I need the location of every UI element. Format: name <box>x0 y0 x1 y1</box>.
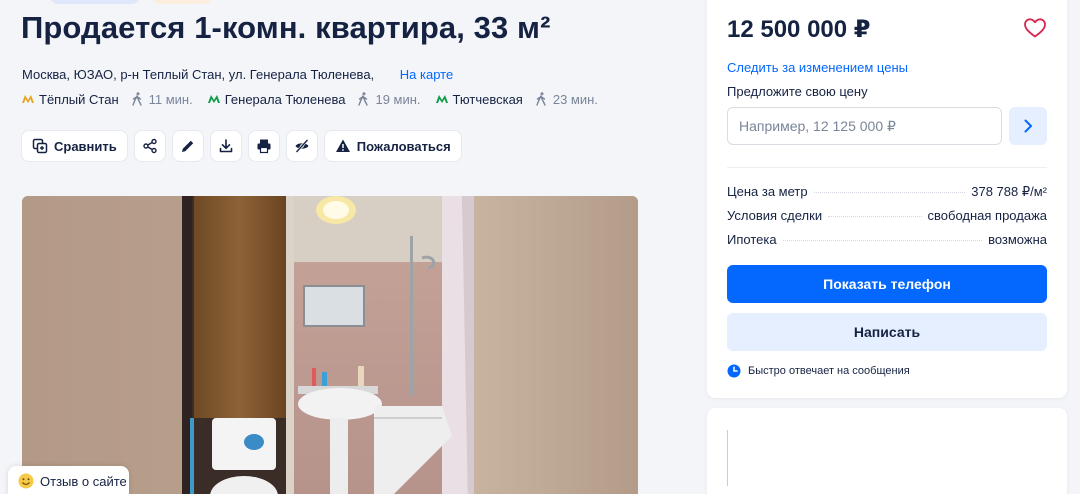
divider <box>727 430 728 486</box>
detail-row: Цена за метр 378 788 ₽/м² <box>727 184 1047 208</box>
hide-button[interactable] <box>285 130 318 162</box>
print-icon <box>257 139 271 154</box>
metro-icon <box>435 95 448 103</box>
print-button[interactable] <box>247 130 280 162</box>
show-phone-button[interactable]: Показать телефон <box>727 265 1047 303</box>
divider <box>727 167 1047 168</box>
complain-label: Пожаловаться <box>356 138 451 154</box>
page-title: Продается 1-комн. квартира, 33 м² <box>21 10 551 45</box>
dotted-leader <box>813 192 966 193</box>
offer-submit-button[interactable] <box>1009 107 1047 145</box>
walk-time: 11 мин. <box>131 92 193 107</box>
detail-value: 378 788 ₽/м² <box>971 184 1047 199</box>
dotted-leader <box>782 240 983 241</box>
fast-reply-text: Быстро отвечает на сообщения <box>748 365 910 377</box>
complain-button[interactable]: Пожаловаться <box>323 130 462 162</box>
compare-icon <box>32 138 48 154</box>
metro-station[interactable]: Тёплый Стан <box>21 92 119 107</box>
edit-icon <box>181 140 193 152</box>
edit-button[interactable] <box>171 130 204 162</box>
chevron-right-icon <box>1024 119 1032 133</box>
metro-icon <box>22 95 34 103</box>
detail-key: Цена за метр <box>727 184 808 199</box>
metro-name: Тёплый Стан <box>39 91 119 107</box>
offer-label: Предложите свою цену <box>727 84 868 99</box>
detail-key: Условия сделки <box>727 208 823 223</box>
share-icon <box>143 138 157 154</box>
walk-time: 19 мин. <box>357 91 421 107</box>
price-details: Цена за метр 378 788 ₽/м² Условия сделки… <box>727 184 1047 256</box>
listing-photo[interactable] <box>22 196 638 494</box>
smile-icon <box>18 473 34 489</box>
share-button[interactable] <box>133 130 166 162</box>
warning-icon <box>335 139 350 152</box>
offer-price-input[interactable] <box>727 107 1002 145</box>
top-tag[interactable] <box>50 0 140 4</box>
walk-time: 23 мин. <box>535 92 598 107</box>
walk-minutes: 19 мин. <box>375 91 421 107</box>
dotted-leader <box>828 216 922 217</box>
address: Москва, ЮЗАО, р-н Теплый Стан, ул. Генер… <box>22 67 453 82</box>
metro-icon <box>207 95 220 103</box>
walk-icon <box>131 92 142 106</box>
secondary-card <box>707 408 1067 494</box>
price-card: 12 500 000 ₽ Следить за изменением цены … <box>707 0 1067 398</box>
detail-value: возможна <box>988 232 1047 247</box>
walk-icon <box>536 92 546 106</box>
walk-icon <box>358 92 369 106</box>
detail-row: Ипотека возможна <box>727 232 1047 256</box>
listing-page: Продается 1-комн. квартира, 33 м² Москва… <box>0 0 1080 494</box>
compare-button[interactable]: Сравнить <box>21 130 128 162</box>
metro-name: Генерала Тюленева <box>224 91 346 107</box>
fast-reply-note: Быстро отвечает на сообщения <box>727 364 910 378</box>
top-tag[interactable] <box>152 0 212 4</box>
map-link[interactable]: На карте <box>400 67 453 82</box>
metro-station[interactable]: Тютчевская <box>435 92 523 107</box>
compare-label: Сравнить <box>54 138 117 154</box>
hide-icon <box>295 139 309 153</box>
write-message-button[interactable]: Написать <box>727 313 1047 351</box>
walk-minutes: 23 мин. <box>552 91 598 107</box>
feedback-label: Отзыв о сайте <box>40 473 127 489</box>
metro-station[interactable]: Генерала Тюленева <box>207 91 346 107</box>
download-icon <box>219 139 233 153</box>
download-button[interactable] <box>209 130 242 162</box>
metro-name: Тютчевская <box>452 91 523 107</box>
metro-list: Тёплый Стан 11 мин. Генерала Тюленева 19… <box>21 90 612 108</box>
address-text: Москва, ЮЗАО, р-н Теплый Стан, ул. Генер… <box>22 67 375 82</box>
clock-icon <box>727 364 741 378</box>
detail-value: свободная продажа <box>927 208 1047 223</box>
detail-key: Ипотека <box>727 232 777 247</box>
heart-icon[interactable] <box>1023 16 1047 40</box>
action-bar: Сравнить Пожаловаться <box>21 130 462 162</box>
detail-row: Условия сделки свободная продажа <box>727 208 1047 232</box>
bathroom-photo <box>22 196 638 494</box>
follow-price-link[interactable]: Следить за изменением цены <box>727 60 908 75</box>
feedback-button[interactable]: Отзыв о сайте <box>8 466 129 494</box>
price: 12 500 000 ₽ <box>727 16 871 43</box>
walk-minutes: 11 мин. <box>148 91 193 107</box>
